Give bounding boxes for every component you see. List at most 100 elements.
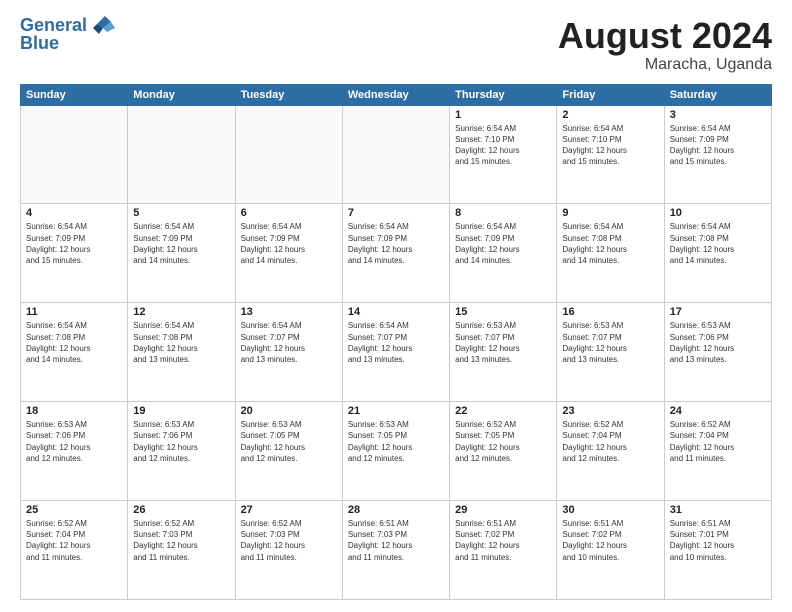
calendar-week-row: 11 Sunrise: 6:54 AM Sunset: 7:08 PM Dayli… bbox=[21, 303, 772, 402]
day-info: Sunrise: 6:54 AM Sunset: 7:09 PM Dayligh… bbox=[26, 221, 122, 266]
day-info: Sunrise: 6:51 AM Sunset: 7:02 PM Dayligh… bbox=[562, 518, 658, 563]
calendar-week-row: 18 Sunrise: 6:53 AM Sunset: 7:06 PM Dayli… bbox=[21, 402, 772, 501]
calendar-day-cell: 29Sunrise: 6:51 AM Sunset: 7:02 PM Dayli… bbox=[450, 501, 557, 600]
calendar-day-cell: 4 Sunrise: 6:54 AM Sunset: 7:09 PM Daylig… bbox=[21, 204, 128, 303]
day-info: Sunrise: 6:53 AM Sunset: 7:06 PM Dayligh… bbox=[670, 320, 766, 365]
day-number: 1 bbox=[455, 109, 551, 121]
day-number: 2 bbox=[562, 109, 658, 121]
day-info: Sunrise: 6:52 AM Sunset: 7:05 PM Dayligh… bbox=[455, 419, 551, 464]
day-number: 11 bbox=[26, 306, 122, 318]
day-info: Sunrise: 6:54 AM Sunset: 7:09 PM Dayligh… bbox=[670, 123, 766, 168]
day-number: 31 bbox=[670, 504, 766, 516]
header: General Blue August 2024 Maracha, Uganda bbox=[20, 16, 772, 74]
day-info: Sunrise: 6:52 AM Sunset: 7:03 PM Dayligh… bbox=[241, 518, 337, 563]
day-number: 22 bbox=[455, 405, 551, 417]
day-number: 24 bbox=[670, 405, 766, 417]
calendar-table: SundayMondayTuesdayWednesdayThursdayFrid… bbox=[20, 84, 772, 600]
day-info: Sunrise: 6:53 AM Sunset: 7:05 PM Dayligh… bbox=[348, 419, 444, 464]
calendar-day-cell: 31 Sunrise: 6:51 AM Sunset: 7:01 PM Dayli… bbox=[664, 501, 771, 600]
day-info: Sunrise: 6:52 AM Sunset: 7:04 PM Dayligh… bbox=[670, 419, 766, 464]
day-number: 17 bbox=[670, 306, 766, 318]
weekday-header-thursday: Thursday bbox=[450, 84, 557, 105]
calendar-day-cell: 21 Sunrise: 6:53 AM Sunset: 7:05 PM Dayli… bbox=[342, 402, 449, 501]
day-info: Sunrise: 6:53 AM Sunset: 7:06 PM Dayligh… bbox=[133, 419, 229, 464]
day-number: 21 bbox=[348, 405, 444, 417]
calendar-title: August 2024 bbox=[558, 16, 772, 56]
day-info: Sunrise: 6:54 AM Sunset: 7:08 PM Dayligh… bbox=[133, 320, 229, 365]
calendar-week-row: 25 Sunrise: 6:52 AM Sunset: 7:04 PM Dayli… bbox=[21, 501, 772, 600]
calendar-day-cell: 19 Sunrise: 6:53 AM Sunset: 7:06 PM Dayli… bbox=[128, 402, 235, 501]
day-number: 15 bbox=[455, 306, 551, 318]
day-info: Sunrise: 6:54 AM Sunset: 7:07 PM Dayligh… bbox=[348, 320, 444, 365]
day-info: Sunrise: 6:51 AM Sunset: 7:02 PM Dayligh… bbox=[455, 518, 551, 563]
day-number: 12 bbox=[133, 306, 229, 318]
day-info: Sunrise: 6:54 AM Sunset: 7:09 PM Dayligh… bbox=[241, 221, 337, 266]
day-number: 19 bbox=[133, 405, 229, 417]
day-number: 20 bbox=[241, 405, 337, 417]
day-info: Sunrise: 6:52 AM Sunset: 7:04 PM Dayligh… bbox=[26, 518, 122, 563]
calendar-day-cell: 5Sunrise: 6:54 AM Sunset: 7:09 PM Daylig… bbox=[128, 204, 235, 303]
calendar-day-cell: 30 Sunrise: 6:51 AM Sunset: 7:02 PM Dayli… bbox=[557, 501, 664, 600]
day-number: 27 bbox=[241, 504, 337, 516]
day-info: Sunrise: 6:51 AM Sunset: 7:03 PM Dayligh… bbox=[348, 518, 444, 563]
day-number: 8 bbox=[455, 207, 551, 219]
day-info: Sunrise: 6:51 AM Sunset: 7:01 PM Dayligh… bbox=[670, 518, 766, 563]
calendar-day-cell: 24 Sunrise: 6:52 AM Sunset: 7:04 PM Dayli… bbox=[664, 402, 771, 501]
day-number: 5 bbox=[133, 207, 229, 219]
calendar-day-cell: 13Sunrise: 6:54 AM Sunset: 7:07 PM Dayli… bbox=[235, 303, 342, 402]
day-info: Sunrise: 6:54 AM Sunset: 7:09 PM Dayligh… bbox=[455, 221, 551, 266]
title-block: August 2024 Maracha, Uganda bbox=[558, 16, 772, 74]
calendar-day-cell bbox=[342, 105, 449, 204]
calendar-day-cell: 28 Sunrise: 6:51 AM Sunset: 7:03 PM Dayli… bbox=[342, 501, 449, 600]
calendar-day-cell: 15Sunrise: 6:53 AM Sunset: 7:07 PM Dayli… bbox=[450, 303, 557, 402]
day-info: Sunrise: 6:54 AM Sunset: 7:08 PM Dayligh… bbox=[26, 320, 122, 365]
calendar-day-cell: 25 Sunrise: 6:52 AM Sunset: 7:04 PM Dayli… bbox=[21, 501, 128, 600]
day-number: 28 bbox=[348, 504, 444, 516]
calendar-day-cell bbox=[128, 105, 235, 204]
calendar-week-row: 4 Sunrise: 6:54 AM Sunset: 7:09 PM Daylig… bbox=[21, 204, 772, 303]
weekday-header-wednesday: Wednesday bbox=[342, 84, 449, 105]
weekday-header-friday: Friday bbox=[557, 84, 664, 105]
day-info: Sunrise: 6:54 AM Sunset: 7:08 PM Dayligh… bbox=[562, 221, 658, 266]
day-number: 25 bbox=[26, 504, 122, 516]
calendar-day-cell: 17 Sunrise: 6:53 AM Sunset: 7:06 PM Dayli… bbox=[664, 303, 771, 402]
calendar-day-cell: 10Sunrise: 6:54 AM Sunset: 7:08 PM Dayli… bbox=[664, 204, 771, 303]
calendar-day-cell: 3 Sunrise: 6:54 AM Sunset: 7:09 PM Daylig… bbox=[664, 105, 771, 204]
day-info: Sunrise: 6:54 AM Sunset: 7:10 PM Dayligh… bbox=[455, 123, 551, 168]
day-number: 3 bbox=[670, 109, 766, 121]
logo-bird-icon bbox=[89, 14, 115, 36]
day-number: 30 bbox=[562, 504, 658, 516]
calendar-day-cell bbox=[21, 105, 128, 204]
calendar-day-cell: 27 Sunrise: 6:52 AM Sunset: 7:03 PM Dayli… bbox=[235, 501, 342, 600]
calendar-day-cell bbox=[235, 105, 342, 204]
weekday-header-sunday: Sunday bbox=[21, 84, 128, 105]
day-number: 14 bbox=[348, 306, 444, 318]
day-number: 18 bbox=[26, 405, 122, 417]
day-info: Sunrise: 6:52 AM Sunset: 7:03 PM Dayligh… bbox=[133, 518, 229, 563]
day-info: Sunrise: 6:53 AM Sunset: 7:05 PM Dayligh… bbox=[241, 419, 337, 464]
logo-text2: Blue bbox=[20, 34, 59, 54]
day-info: Sunrise: 6:54 AM Sunset: 7:10 PM Dayligh… bbox=[562, 123, 658, 168]
day-info: Sunrise: 6:54 AM Sunset: 7:08 PM Dayligh… bbox=[670, 221, 766, 266]
calendar-day-cell: 11 Sunrise: 6:54 AM Sunset: 7:08 PM Dayli… bbox=[21, 303, 128, 402]
day-number: 26 bbox=[133, 504, 229, 516]
calendar-day-cell: 14 Sunrise: 6:54 AM Sunset: 7:07 PM Dayli… bbox=[342, 303, 449, 402]
day-number: 7 bbox=[348, 207, 444, 219]
calendar-day-cell: 1 Sunrise: 6:54 AM Sunset: 7:10 PM Daylig… bbox=[450, 105, 557, 204]
calendar-day-cell: 26 Sunrise: 6:52 AM Sunset: 7:03 PM Dayli… bbox=[128, 501, 235, 600]
calendar-day-cell: 9Sunrise: 6:54 AM Sunset: 7:08 PM Daylig… bbox=[557, 204, 664, 303]
weekday-header-tuesday: Tuesday bbox=[235, 84, 342, 105]
day-number: 4 bbox=[26, 207, 122, 219]
calendar-day-cell: 12 Sunrise: 6:54 AM Sunset: 7:08 PM Dayli… bbox=[128, 303, 235, 402]
weekday-header-row: SundayMondayTuesdayWednesdayThursdayFrid… bbox=[21, 84, 772, 105]
day-number: 13 bbox=[241, 306, 337, 318]
calendar-day-cell: 8 Sunrise: 6:54 AM Sunset: 7:09 PM Daylig… bbox=[450, 204, 557, 303]
calendar-day-cell: 20 Sunrise: 6:53 AM Sunset: 7:05 PM Dayli… bbox=[235, 402, 342, 501]
logo: General Blue bbox=[20, 16, 115, 54]
weekday-header-monday: Monday bbox=[128, 84, 235, 105]
day-number: 16 bbox=[562, 306, 658, 318]
calendar-day-cell: 6Sunrise: 6:54 AM Sunset: 7:09 PM Daylig… bbox=[235, 204, 342, 303]
day-info: Sunrise: 6:54 AM Sunset: 7:09 PM Dayligh… bbox=[348, 221, 444, 266]
day-info: Sunrise: 6:53 AM Sunset: 7:07 PM Dayligh… bbox=[562, 320, 658, 365]
day-info: Sunrise: 6:52 AM Sunset: 7:04 PM Dayligh… bbox=[562, 419, 658, 464]
